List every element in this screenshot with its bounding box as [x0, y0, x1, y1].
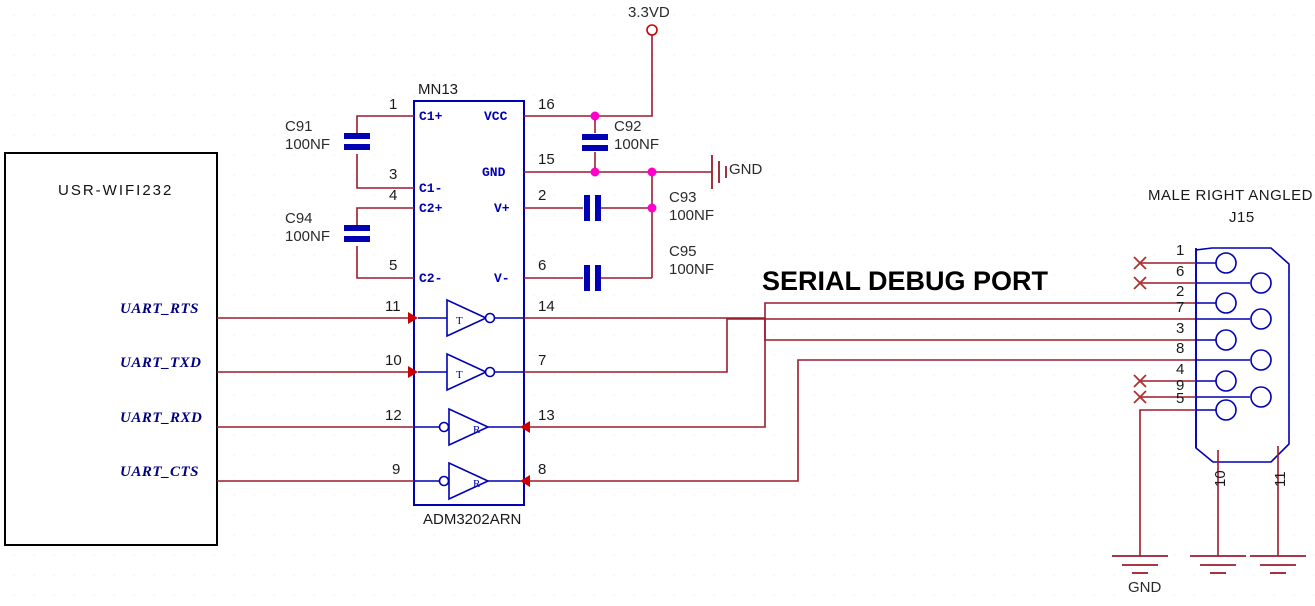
receiver-gate-label-1: R	[473, 424, 481, 436]
ic-body	[413, 100, 525, 506]
connector-pin-number-7: 7	[1176, 299, 1185, 316]
cap-c91-plate-bottom	[344, 144, 370, 150]
cap-value-c94: 100NF	[285, 228, 331, 245]
gnd-label-bottom: GND	[1128, 579, 1162, 596]
connector-shell	[1195, 247, 1290, 463]
ic-pin-name-c1n: C1-	[419, 181, 443, 196]
ic-pin-number-13: 13	[538, 407, 555, 424]
wire-c94-top	[356, 207, 414, 226]
net-label-uart-rxd: UART_RXD	[120, 410, 203, 426]
cap-ref-c93: C93	[669, 189, 697, 206]
ic-pin-number-16: 16	[538, 96, 555, 113]
ic-pin-number-14: 14	[538, 298, 555, 315]
cap-value-c95: 100NF	[669, 261, 715, 278]
wire-3v3-to-vcc	[595, 35, 653, 117]
cap-c95-plate-left	[584, 265, 590, 291]
ic-pin-number-2: 2	[538, 187, 547, 204]
ic-pin-number-3: 3	[389, 166, 398, 183]
ic-pin-name-gnd: GND	[482, 165, 506, 180]
driver-gate-label-2: T	[456, 369, 463, 381]
wire-j15-5-to-gnd	[1139, 409, 1196, 556]
ic-pin-number-8: 8	[538, 461, 547, 478]
module-label: USR-WIFI232	[58, 182, 174, 199]
connector-designator: J15	[1229, 209, 1255, 226]
cap-c91-plate-top	[344, 133, 370, 139]
cap-ref-c95: C95	[669, 243, 697, 260]
gnd-symbol-bottom-1	[1112, 555, 1168, 574]
net-label-uart-txd: UART_TXD	[120, 355, 202, 371]
junction-dot	[647, 167, 657, 177]
cap-value-c92: 100NF	[614, 136, 660, 153]
wire-pin7-to-j15-7	[524, 318, 1196, 373]
ic-pin-name-c1p: C1+	[419, 109, 443, 124]
cap-c95-plate-right	[595, 265, 601, 291]
cap-c94-plate-top	[344, 225, 370, 231]
ic-pin-number-5: 5	[389, 257, 398, 274]
gnd-symbol-bottom-2	[1190, 555, 1246, 574]
ic-pin-number-12: 12	[385, 407, 402, 424]
ic-pin-name-c2p: C2+	[419, 201, 443, 216]
cap-ref-c94: C94	[285, 210, 313, 227]
ic-pin-number-6: 6	[538, 257, 547, 274]
connector-pin-number-6: 6	[1176, 263, 1185, 280]
power-port-circle	[646, 24, 658, 36]
connector-shell-pin-10: 10	[1212, 470, 1229, 487]
power-rail-label: 3.3VD	[628, 4, 670, 21]
connector-pin-number-1: 1	[1176, 242, 1185, 259]
connector-shell-pin-11: 11	[1272, 471, 1289, 487]
ic-pin-name-vplus: V+	[494, 201, 510, 216]
ic-pin-number-4: 4	[389, 187, 398, 204]
connector-pin-number-8: 8	[1176, 340, 1185, 357]
ic-pin-number-10: 10	[385, 352, 402, 369]
ic-pin-name-vcc: VCC	[484, 109, 508, 124]
junction-dot	[590, 167, 600, 177]
cap-value-c91: 100NF	[285, 136, 331, 153]
net-label-uart-rts: UART_RTS	[120, 301, 200, 317]
ic-part-number: ADM3202ARN	[423, 511, 522, 528]
ic-pin-number-9: 9	[392, 461, 401, 478]
ic-pin-number-1: 1	[389, 96, 398, 113]
cap-c92-plate-right	[582, 145, 608, 151]
wire-pin13-to-j15-2	[530, 302, 1196, 428]
wire-pin14-to-j15-3	[524, 317, 1196, 341]
connector-title: MALE RIGHT ANGLED	[1148, 187, 1313, 204]
receiver-gate-label-2: R	[473, 478, 481, 490]
connector-pin-number-5: 5	[1176, 390, 1185, 407]
junction-dot	[590, 111, 600, 121]
ic-pin-name-c2n: C2-	[419, 271, 443, 286]
cap-c94-plate-bottom	[344, 236, 370, 242]
ic-pin-name-vminus: V-	[494, 271, 510, 286]
ic-pin-number-7: 7	[538, 352, 547, 369]
ic-pin-number-15: 15	[538, 151, 555, 168]
schematic-sheet: USR-WIFI232 UART_RTS UART_TXD UART_RXD U…	[0, 0, 1315, 606]
wire-c91-top	[356, 115, 414, 134]
cap-ref-c92: C92	[614, 118, 642, 135]
cap-c92-plate-left	[582, 134, 608, 140]
page-title: SERIAL DEBUG PORT	[762, 266, 1049, 296]
cap-value-c93: 100NF	[669, 207, 715, 224]
connector-pin-number-4: 4	[1176, 361, 1185, 378]
wire-c94-bottom	[356, 246, 414, 279]
cap-c93-plate-right	[595, 195, 601, 221]
gnd-symbol-bottom-3	[1250, 555, 1306, 574]
ic-designator: MN13	[418, 81, 459, 98]
connector-pin-number-2: 2	[1176, 283, 1185, 300]
module-box	[4, 152, 218, 546]
driver-gate-label-1: T	[456, 315, 463, 327]
ic-pin-number-11: 11	[385, 298, 401, 315]
connector-unconnected-stubs	[1140, 262, 1196, 398]
gnd-label-mid: GND	[729, 161, 763, 178]
junction-dot	[647, 203, 657, 213]
cap-ref-c91: C91	[285, 118, 313, 135]
wire-pin8-to-j15-8	[530, 359, 1196, 482]
wire-c91-bottom	[356, 154, 414, 189]
connector-pin-number-3: 3	[1176, 320, 1185, 337]
cap-c93-plate-left	[584, 195, 590, 221]
net-label-uart-cts: UART_CTS	[120, 464, 200, 480]
gnd-symbol-sideways	[711, 155, 727, 189]
